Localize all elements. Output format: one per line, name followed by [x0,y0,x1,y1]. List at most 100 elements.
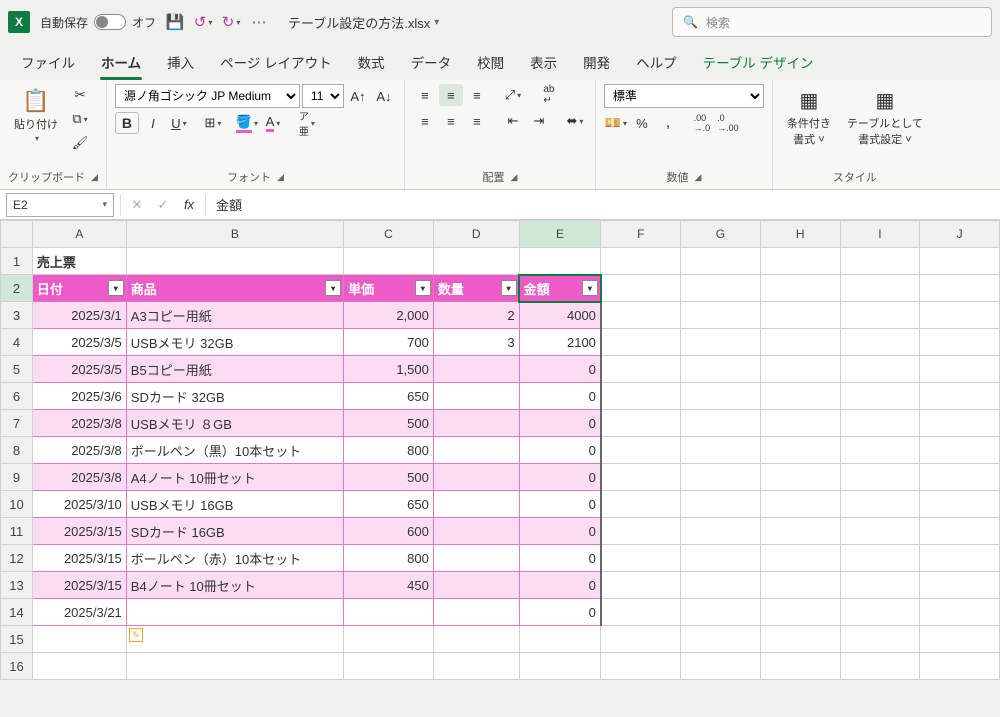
cell[interactable]: 4000 [519,302,601,329]
row-header[interactable]: 12 [1,545,33,572]
cell[interactable] [681,545,761,572]
cell[interactable] [920,302,1000,329]
row-header[interactable]: 8 [1,437,33,464]
cell[interactable] [920,410,1000,437]
cell[interactable] [840,329,920,356]
col-header[interactable]: F [601,221,681,248]
cancel-button[interactable]: ✕ [125,194,149,216]
tab-file[interactable]: ファイル [10,46,86,78]
tab-view[interactable]: 表示 [519,46,568,78]
border-button[interactable]: ⊞▾ [201,112,225,134]
cell[interactable]: 0 [519,491,601,518]
cell[interactable]: ボールペン（黒）10本セット [126,437,343,464]
number-format-select[interactable]: 標準 [604,84,764,108]
cell[interactable] [840,464,920,491]
percent-button[interactable]: % [630,112,654,134]
fill-color-button[interactable]: 🪣▾ [235,112,259,134]
col-header[interactable]: H [760,221,840,248]
cell[interactable]: 2025/3/15 [32,545,126,572]
cell[interactable]: USBメモリ 16GB [126,491,343,518]
cell[interactable] [681,356,761,383]
cell[interactable] [601,383,681,410]
cell[interactable] [681,302,761,329]
cell[interactable] [601,572,681,599]
cell[interactable] [920,383,1000,410]
cell[interactable]: 2025/3/15 [32,518,126,545]
cell[interactable] [601,545,681,572]
copy-button[interactable]: ⧉▾ [68,108,92,130]
cell[interactable]: 0 [519,599,601,626]
col-header[interactable]: G [681,221,761,248]
font-size-select[interactable]: 11 [302,84,344,108]
cell[interactable] [840,383,920,410]
cell[interactable] [760,329,840,356]
row-header[interactable]: 13 [1,572,33,599]
cell[interactable] [601,464,681,491]
cell[interactable] [681,329,761,356]
cell[interactable] [601,329,681,356]
decrease-decimal-button[interactable]: .0→.00 [716,112,740,134]
cell[interactable]: A3コピー用紙 [126,302,343,329]
cell[interactable] [840,518,920,545]
redo-icon[interactable]: ↻▾ [222,13,240,31]
cell[interactable] [681,599,761,626]
cell[interactable] [601,491,681,518]
cell[interactable] [840,491,920,518]
cell[interactable] [920,518,1000,545]
cell[interactable]: 2 [433,302,519,329]
cell[interactable] [433,464,519,491]
cell[interactable]: 500 [344,464,434,491]
cell[interactable]: 2025/3/8 [32,410,126,437]
cell[interactable] [840,437,920,464]
cell[interactable] [681,518,761,545]
cell[interactable]: 0 [519,464,601,491]
undo-icon[interactable]: ↺▾ [194,13,212,31]
cell[interactable] [760,437,840,464]
dialog-launcher-icon[interactable]: ◢ [91,172,98,183]
cell[interactable] [433,437,519,464]
row-header[interactable]: 10 [1,491,33,518]
col-header[interactable]: C [344,221,434,248]
cell[interactable] [126,599,343,626]
cell[interactable] [920,572,1000,599]
cell[interactable] [760,464,840,491]
col-header[interactable]: J [920,221,1000,248]
col-header[interactable]: A [32,221,126,248]
increase-indent-button[interactable]: ⇥ [527,110,551,132]
cell[interactable]: ボールペン（赤）10本セット [126,545,343,572]
cell[interactable]: 500 [344,410,434,437]
cell[interactable] [681,572,761,599]
name-box[interactable]: E2 ▾ [6,193,114,217]
filter-icon[interactable]: ▾ [108,280,124,296]
cell[interactable]: 2,000 [344,302,434,329]
cell[interactable] [840,410,920,437]
filter-icon[interactable]: ▾ [325,280,341,296]
autosave-toggle[interactable]: 自動保存 オフ [40,14,156,31]
table-header[interactable]: 商品▾ [126,275,343,302]
table-header[interactable]: 金額▾ [519,275,601,302]
cell[interactable] [840,599,920,626]
cell[interactable] [433,599,519,626]
formula-input[interactable]: 金額 [206,195,1000,214]
cell[interactable]: 0 [519,356,601,383]
cell[interactable] [760,518,840,545]
cell[interactable] [920,329,1000,356]
filter-icon[interactable]: ▾ [582,280,598,296]
col-header[interactable]: I [840,221,920,248]
cell[interactable]: 650 [344,491,434,518]
row-header[interactable]: 4 [1,329,33,356]
cell[interactable]: 0 [519,410,601,437]
cell[interactable] [760,572,840,599]
cell[interactable]: 2025/3/8 [32,464,126,491]
cell[interactable] [760,410,840,437]
cell[interactable]: 2025/3/21 [32,599,126,626]
tab-review[interactable]: 校閲 [466,46,515,78]
tab-data[interactable]: データ [400,46,463,78]
cell[interactable] [920,599,1000,626]
cell[interactable]: USBメモリ ８GB [126,410,343,437]
cell[interactable]: 2025/3/10 [32,491,126,518]
cell[interactable] [601,599,681,626]
cell[interactable]: 2025/3/6 [32,383,126,410]
table-header[interactable]: 日付▾ [32,275,126,302]
tab-home[interactable]: ホーム [90,46,152,78]
